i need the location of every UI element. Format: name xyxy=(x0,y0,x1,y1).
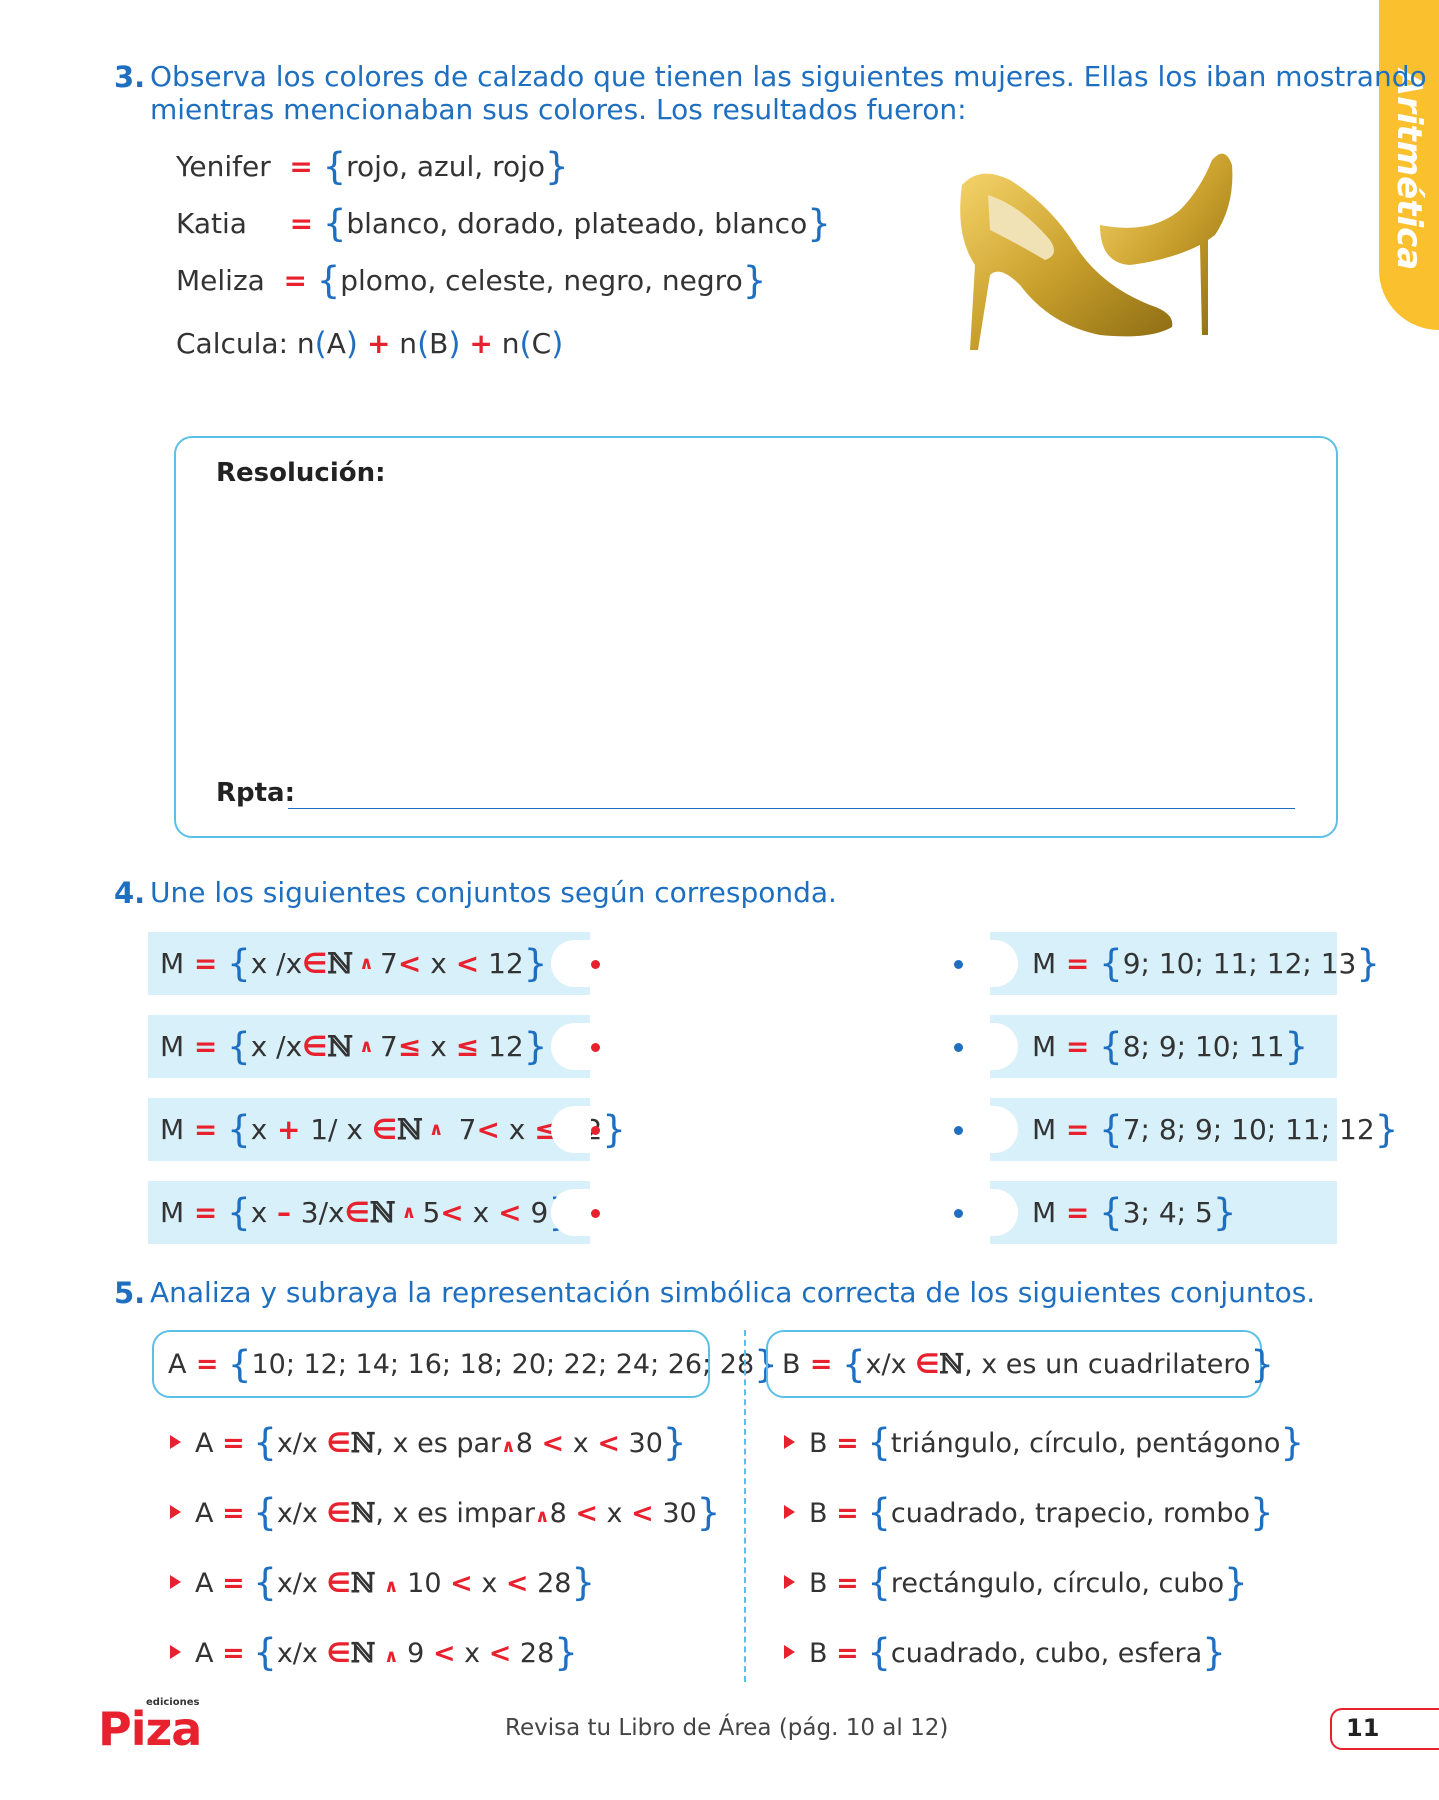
footer-reference: Revisa tu Libro de Área (pág. 10 al 12) xyxy=(505,1715,949,1741)
option-a-1[interactable]: A = {x/x ∈ℕ, x es par∧8 < x < 30} xyxy=(170,1424,686,1461)
set-elements: plomo, celeste, negro, negro xyxy=(340,264,743,297)
set-definition-3: M = {x + 1/ x ∈ℕ ∧ 7 < x ≤ 12} xyxy=(148,1098,626,1161)
connect-dot-left-2[interactable] xyxy=(591,1043,600,1052)
set-row-meliza: Meliza = {plomo, celeste, negro, negro} xyxy=(176,259,767,302)
section-tab: Aritmética xyxy=(1379,0,1439,330)
question-number: 3. xyxy=(114,60,146,94)
set-name: Katia xyxy=(176,207,247,240)
connect-dot-left-4[interactable] xyxy=(591,1209,600,1218)
column-divider xyxy=(744,1330,746,1682)
set-a-box: A = {10; 12; 14; 16; 18; 20; 22; 24; 26;… xyxy=(152,1330,778,1398)
set-extension-2: M = {8; 9; 10; 11} xyxy=(978,1015,1337,1078)
question-number: 5. xyxy=(114,1276,146,1310)
answer-label: Rpta: xyxy=(216,778,296,808)
option-b-2[interactable]: B = {cuadrado, trapecio, rombo} xyxy=(784,1494,1274,1531)
question-4-text: Une los siguientes conjuntos según corre… xyxy=(150,876,837,909)
set-elements: rojo, azul, rojo xyxy=(346,150,546,183)
resolution-label: Resolución: xyxy=(216,458,386,488)
set-row-yenifer: Yenifer = {rojo, azul, rojo} xyxy=(176,145,569,188)
section-tab-label: Aritmética xyxy=(1389,69,1429,271)
option-b-3[interactable]: B = {rectángulo, círculo, cubo} xyxy=(784,1564,1248,1601)
bullet-arrow-icon xyxy=(784,1575,795,1589)
option-a-4[interactable]: A = {x/x ∈ℕ ∧ 9 < x < 28} xyxy=(170,1634,578,1671)
option-b-1[interactable]: B = {triángulo, círculo, pentágono} xyxy=(784,1424,1304,1461)
bullet-arrow-icon xyxy=(784,1435,795,1449)
set-b-box: B = {x/x ∈ ℕ, x es un cuadrilatero} xyxy=(766,1330,1274,1398)
resolution-box[interactable] xyxy=(174,436,1338,838)
set-extension-3: M = {7; 8; 9; 10; 11; 12} xyxy=(978,1098,1398,1161)
set-definition-4: M = {x – 3/x∈ℕ ∧ 5 < x < 9} xyxy=(148,1181,591,1244)
bullet-arrow-icon xyxy=(170,1435,181,1449)
set-definition-1: M = {x /x ∈ ℕ ∧ 7 < x < 12} xyxy=(148,932,591,995)
connect-dot-right-4[interactable] xyxy=(954,1209,963,1218)
connect-dot-left-3[interactable] xyxy=(591,1126,600,1135)
set-elements: blanco, dorado, plateado, blanco xyxy=(346,207,808,240)
answer-line[interactable] xyxy=(288,808,1295,809)
option-a-2[interactable]: A = {x/x ∈ℕ, x es impar∧8 < x < 30} xyxy=(170,1494,720,1531)
question-5-text: Analiza y subraya la representación simb… xyxy=(150,1276,1316,1309)
set-definition-2: M = {x /x ∈ ℕ ∧ 7 ≤ x ≤ 12} xyxy=(148,1015,591,1078)
connect-dot-right-1[interactable] xyxy=(954,960,963,969)
publisher-logo: ediciones Piza xyxy=(98,1697,202,1756)
option-a-3[interactable]: A = {x/x ∈ℕ ∧ 10 < x < 28} xyxy=(170,1564,595,1601)
connect-dot-right-2[interactable] xyxy=(954,1043,963,1052)
question-3-text-line2: mientras mencionaban sus colores. Los re… xyxy=(150,93,967,126)
set-name: Meliza xyxy=(176,264,265,297)
bullet-arrow-icon xyxy=(170,1505,181,1519)
set-extension-4: M = {3; 4; 5} xyxy=(978,1181,1337,1244)
question-number: 4. xyxy=(114,876,146,910)
shoe-image xyxy=(960,153,1233,350)
set-extension-1: M = {9; 10; 11; 12; 13} xyxy=(978,932,1380,995)
bullet-arrow-icon xyxy=(784,1505,795,1519)
bullet-arrow-icon xyxy=(784,1645,795,1659)
bullet-arrow-icon xyxy=(170,1575,181,1589)
page-number: 11 xyxy=(1330,1708,1439,1750)
bullet-arrow-icon xyxy=(170,1645,181,1659)
set-name: Yenifer xyxy=(176,150,271,183)
calculation-prompt: Calcula: n(A) + n(B) + n(C) xyxy=(176,326,564,362)
question-3-text-line1: Observa los colores de calzado que tiene… xyxy=(150,60,1427,93)
connect-dot-left-1[interactable] xyxy=(591,960,600,969)
set-row-katia: Katia = {blanco, dorado, plateado, blanc… xyxy=(176,202,831,245)
connect-dot-right-3[interactable] xyxy=(954,1126,963,1135)
option-b-4[interactable]: B = {cuadrado, cubo, esfera} xyxy=(784,1634,1226,1671)
